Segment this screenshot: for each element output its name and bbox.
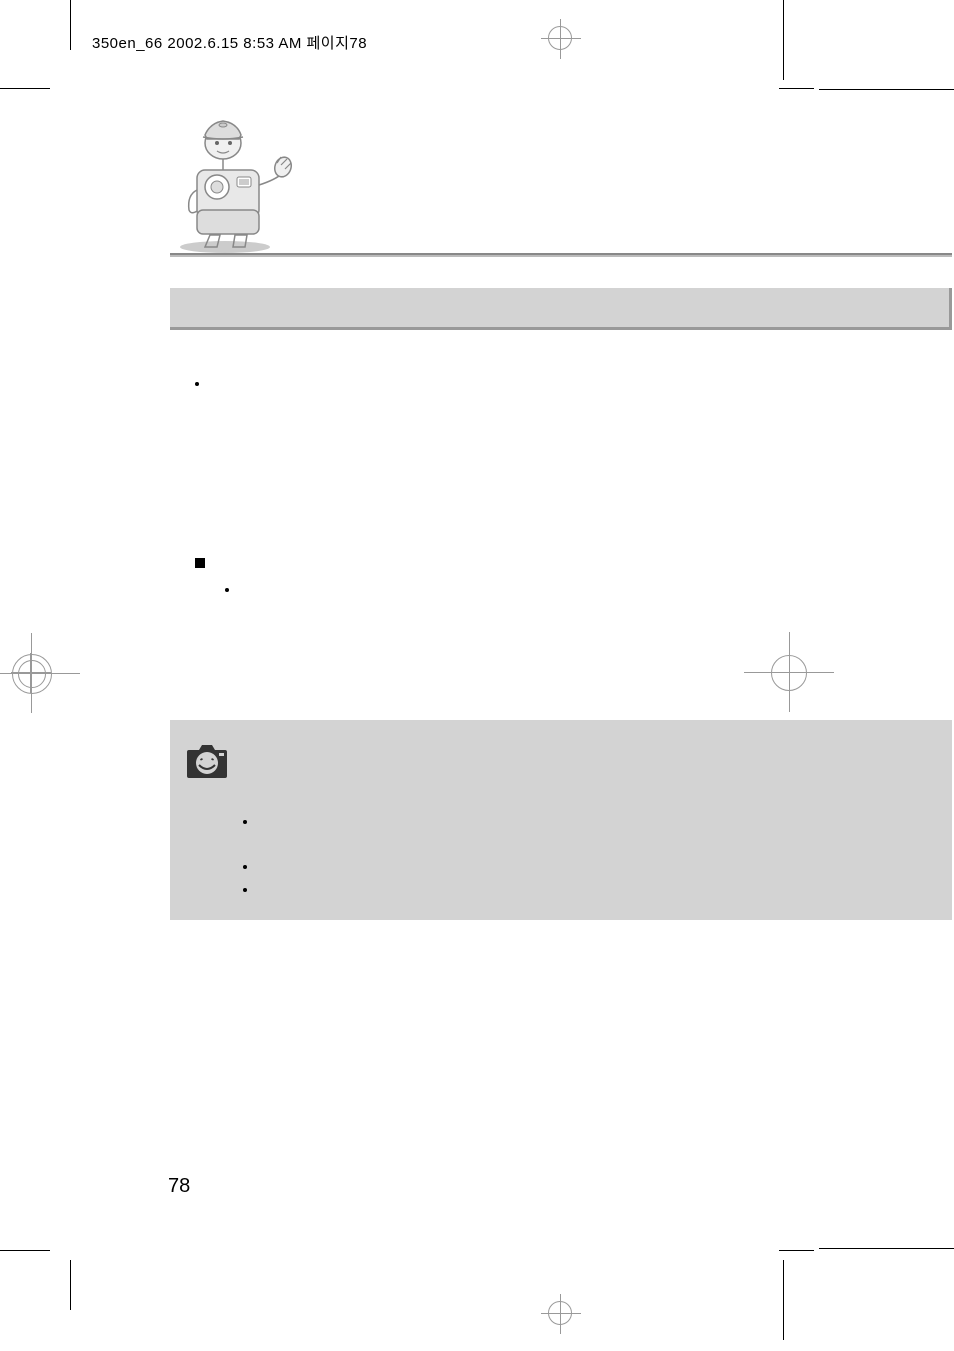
crop-mark: [70, 0, 71, 50]
crop-mark: [0, 1250, 50, 1251]
registration-mark-icon: [548, 26, 572, 50]
bullet-icon: [195, 382, 199, 386]
registration-mark-icon: [789, 632, 790, 712]
horizontal-rule: [170, 253, 952, 257]
bullet-icon: [243, 865, 247, 869]
bullet-icon: [225, 588, 229, 592]
mascot-illustration: [175, 115, 305, 260]
trim-line: [819, 89, 954, 90]
crop-mark: [70, 1260, 71, 1310]
crop-mark: [779, 88, 814, 89]
registration-mark-icon: [31, 633, 32, 713]
section-title-box: [170, 288, 952, 330]
camera-smile-icon: [183, 740, 231, 785]
crop-mark: [783, 1260, 784, 1340]
trim-line: [819, 1248, 954, 1249]
crop-mark: [783, 0, 784, 80]
page-number: 78: [168, 1175, 190, 1198]
registration-mark-icon: [0, 673, 80, 674]
bullet-icon: [243, 820, 247, 824]
print-slug: 350en_66 2002.6.15 8:53 AM 페이지78: [92, 32, 367, 53]
crop-mark: [779, 1250, 814, 1251]
bullet-icon: [243, 888, 247, 892]
crop-mark: [0, 88, 50, 89]
registration-mark-icon: [548, 1301, 572, 1325]
registration-mark-icon: [18, 660, 46, 688]
note-box: [170, 720, 952, 920]
bullet-square-icon: [195, 558, 205, 568]
